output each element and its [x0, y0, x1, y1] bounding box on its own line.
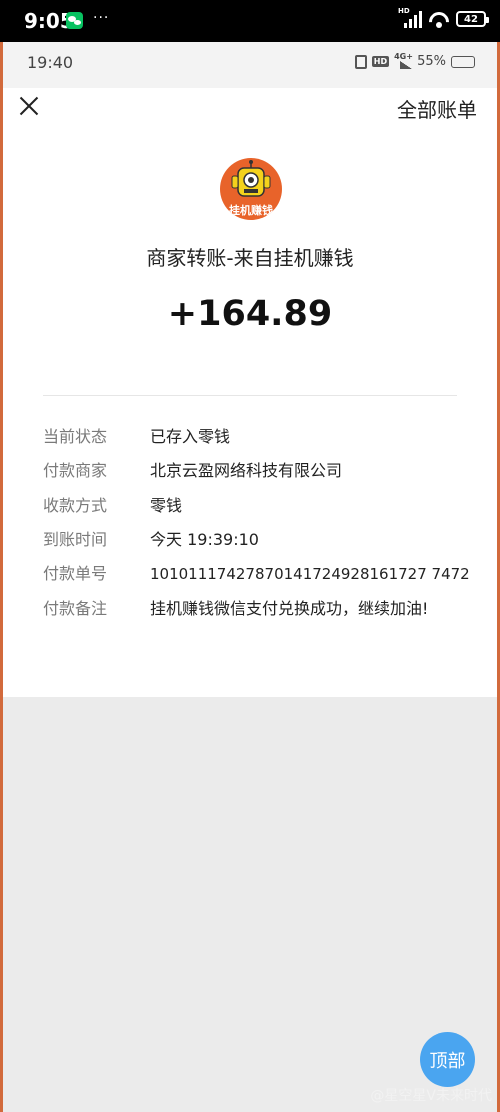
avatar-label: 挂机赚钱: [229, 204, 273, 217]
close-icon[interactable]: [19, 96, 39, 116]
detail-value[interactable]: 10101117427870141724928161727 7472: [150, 561, 470, 587]
status-icons: HD 42: [398, 7, 489, 28]
vibrate-icon: [354, 54, 367, 69]
phone-status-bar: 9:05 ··· HD 42: [0, 0, 500, 42]
watermark: @星空星V未来时代: [370, 1088, 492, 1104]
network-icon: 4G+: [394, 51, 413, 69]
transaction-amount: +164.89: [167, 294, 333, 334]
wechat-icon: [66, 12, 83, 29]
signal-icon: HD: [398, 7, 422, 28]
inner-battery-icon: [451, 55, 475, 68]
back-to-top-button[interactable]: 顶部: [420, 1032, 475, 1087]
inner-status-icons: HD 4G+ 55%: [354, 51, 475, 69]
detail-value: 已存入零钱: [150, 427, 231, 446]
divider: [43, 395, 457, 396]
transaction-title: 商家转账-来自挂机赚钱: [146, 246, 354, 270]
detail-label: 到账时间: [43, 530, 108, 549]
detail-label: 付款备注: [43, 599, 108, 618]
detail-label: 付款单号: [43, 564, 108, 583]
bill-detail-page: 全部账单 挂机赚钱 商家转账-来自挂机赚钱 +164.89 当前状态 已存入零钱…: [3, 88, 497, 1112]
detail-label: 收款方式: [43, 496, 108, 515]
detail-value: 今天 19:39:10: [150, 530, 259, 549]
detail-value: 北京云盈网络科技有限公司: [150, 461, 343, 480]
detail-label: 付款商家: [43, 461, 108, 480]
battery-percent: 55%: [417, 54, 446, 69]
detail-value: 零钱: [150, 496, 183, 515]
transaction-card: 挂机赚钱 商家转账-来自挂机赚钱 +164.89 当前状态 已存入零钱 付款商家…: [3, 132, 497, 697]
merchant-avatar: 挂机赚钱: [220, 158, 282, 220]
network-label: 4G+: [394, 51, 413, 61]
inner-status-time: 19:40: [27, 53, 74, 72]
notification-dots: ···: [93, 10, 110, 26]
hd-icon: HD: [371, 56, 390, 67]
inner-screenshot: 19:40 HD 4G+ 55% 全部账单 挂机赚钱 商家转账-来自挂机赚钱 +…: [0, 42, 500, 1112]
battery-icon: 42: [456, 11, 489, 27]
detail-value: 挂机赚钱微信支付兑换成功，继续加油!: [150, 599, 429, 618]
all-bills-link[interactable]: 全部账单: [397, 94, 477, 123]
wifi-icon: [428, 10, 450, 28]
detail-label: 当前状态: [43, 427, 108, 446]
battery-level: 42: [464, 13, 478, 25]
page-header: 全部账单: [3, 88, 497, 132]
inner-status-bar: 19:40 HD 4G+ 55%: [3, 42, 497, 88]
